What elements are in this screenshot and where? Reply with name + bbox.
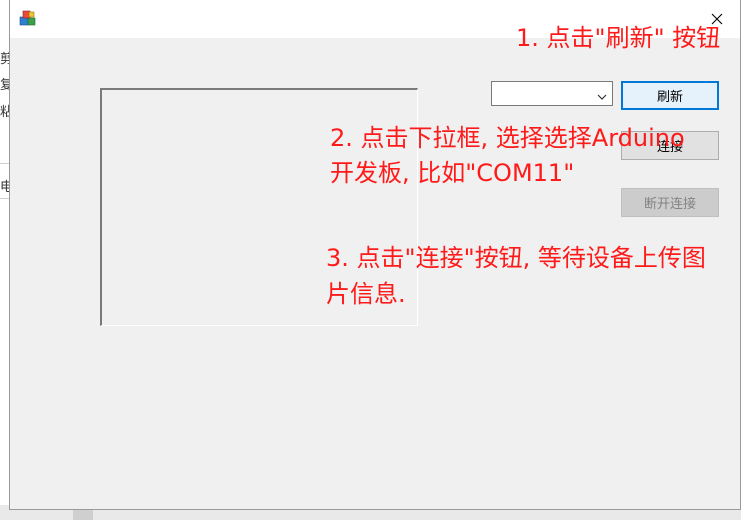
port-select-dropdown[interactable] [491, 81, 613, 106]
annotation-step-2-line-2: 开发板, 比如"COM11" [330, 159, 575, 187]
annotation-step-3-line-2: 片信息. [326, 280, 406, 308]
refresh-button[interactable]: 刷新 [621, 81, 719, 110]
annotation-step-1: 1. 点击"刷新" 按钮 [516, 24, 721, 52]
chevron-down-icon [596, 88, 608, 100]
app-cubes-icon [19, 9, 37, 27]
disconnect-button-label: 断开连接 [643, 197, 696, 212]
annotation-step-2-line-1: 2. 点击下拉框, 选择选择Arduino [330, 124, 685, 152]
refresh-button-label: 刷新 [656, 90, 683, 105]
annotation-step-3-line-1: 3. 点击"连接"按钮, 等待设备上传图 [326, 244, 706, 272]
disconnect-button[interactable]: 断开连接 [621, 188, 719, 217]
